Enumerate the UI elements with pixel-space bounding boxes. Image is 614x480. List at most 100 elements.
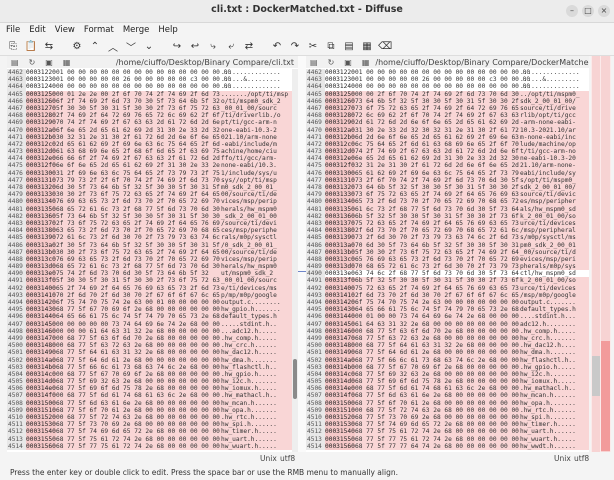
right-hex-row[interactable]: 4508 00031500 68 77 5f 6f 70 61 2e 68 00 0… — [306, 399, 589, 407]
merge-all-right-icon[interactable]: ⤷ — [206, 39, 220, 53]
clear-edits-icon[interactable]: ⌫ — [378, 39, 392, 53]
right-hex-row[interactable]: 4486 000313a0 70 6d 30 5f 73 64 6b 5f 32 5… — [306, 241, 589, 249]
right-hex-row[interactable]: 4506 000314e0 00 68 77 5f 6d 61 74 68 61 6… — [306, 385, 589, 393]
right-hex-row[interactable]: 4472 000312c0 6c 75 64 65 2f 6d 61 63 68 6… — [306, 140, 589, 149]
right-hex-row[interactable]: 4513 00031550 68 77 5f 77 75 61 72 74 2e 6… — [306, 435, 589, 443]
left-hex-row[interactable]: 4484 00031380 63 65 73 2f 6d 73 70 2f 70 6… — [7, 227, 298, 235]
save-icon[interactable]: ▣ — [344, 58, 352, 67]
left-hex-row[interactable]: 4507 000314f0 00 68 77 5f 6d 61 74 68 61 6… — [7, 392, 298, 400]
right-hex-row[interactable]: 4479 00031330 73 6f 75 72 63 65 2f 74 69 2… — [306, 191, 589, 199]
undo-icon[interactable]: ↶ — [270, 39, 284, 53]
left-hex-row[interactable]: 4462 00031220 01 00 00 00 00 00 00 00 00 0… — [7, 69, 298, 77]
left-hex-row[interactable]: 4514 00031560 68 77 5f 77 75 61 72 74 2e 6… — [7, 442, 298, 450]
right-hex-row[interactable]: 4500 00031480 00 68 77 5f 64 61 63 31 32 2… — [306, 342, 589, 350]
left-hex-row[interactable]: 4467 00031270 5f 30 30 5f 30 31 5f 30 30 2… — [7, 104, 298, 113]
next-change-icon[interactable]: ﹀ — [124, 39, 138, 54]
left-hex-row[interactable]: 4495 00031430 68 77 5f 67 70 69 6f 2e 68 0… — [7, 306, 298, 314]
left-hex-row[interactable]: 4511 00031530 68 77 5f 73 70 69 2e 68 00 0… — [7, 421, 298, 429]
right-hex-row[interactable]: 4467 00031270 73 6f 75 72 63 65 2f 74 69 2… — [306, 104, 589, 113]
left-hex-row[interactable]: 4465 00031250 00 01 2e 2e 00 2f 6f 70 74 2… — [7, 90, 298, 98]
left-hex-row[interactable]: 4503 000314b0 68 77 5f 66 6c 61 73 68 63 7… — [7, 363, 298, 371]
right-hex-row[interactable]: 4495 00031430 64 65 66 61 75 6c 74 5f 74 7… — [306, 306, 589, 314]
left-hex-row[interactable]: 4501 00031490 68 77 5f 64 61 63 31 32 2e 6… — [7, 349, 298, 357]
right-hex-row[interactable]: 4470 000312a0 31 30 2e 33 2d 32 30 32 31 2… — [306, 126, 589, 134]
right-hex-row[interactable]: 4503 000314b0 00 68 77 5f 67 70 69 6f 2e 6… — [306, 363, 589, 371]
menu-edit[interactable]: Edit — [29, 25, 45, 35]
maximize-icon[interactable]: □ — [582, 5, 594, 17]
left-hex-row[interactable]: 4469 00031290 70 74 2f 74 69 2f 67 63 63 2… — [7, 119, 298, 127]
right-hex-row[interactable]: 4483 00031370 75 72 63 65 2f 74 69 2f 64 6… — [306, 219, 589, 228]
left-hex-row[interactable]: 4472 000312c0 2d 65 61 62 69 2f 69 6e 63 6… — [7, 140, 298, 149]
left-hex-row[interactable]: 4470 000312a0 6f 6e 65 2d 65 61 62 69 2d 3… — [7, 126, 298, 134]
left-hex-row[interactable]: 4485 00031390 72 61 6c 73 2f 6d 30 70 2f 7… — [7, 234, 298, 242]
left-hex-row[interactable]: 4475 000312f0 6e 6f 6e 65 2d 65 61 62 69 2… — [7, 162, 298, 170]
left-hex-row[interactable]: 4478 00031320 6d 30 5f 73 64 6b 5f 32 5f 3… — [7, 184, 298, 192]
right-hex-row[interactable]: 4490 000313e0 63 74 6c 2f 68 77 5f 6d 73 7… — [306, 270, 589, 278]
left-hex-row[interactable]: 4494 00031420 6f 75 74 70 75 74 2e 63 00 0… — [7, 299, 298, 307]
left-hex-content[interactable]: 4462 00031220 01 00 00 00 00 00 00 00 00 0… — [7, 69, 298, 452]
right-hex-row[interactable]: 4491 000313f0 6b 5f 32 5f 30 30 5f 30 31 5… — [306, 277, 589, 285]
merge-right-icon[interactable]: ↪ — [170, 39, 184, 53]
right-hex-row[interactable]: 4484 00031380 2f 6d 73 70 2f 70 65 72 69 7… — [306, 227, 589, 235]
left-hex-row[interactable]: 4464 00031240 00 00 00 00 00 00 00 00 00 0… — [7, 83, 298, 91]
left-hex-row[interactable]: 4476 00031300 31 2f 69 6e 63 6c 75 64 65 2… — [7, 169, 298, 177]
left-hex-row[interactable]: 4498 00031460 00 00 00 61 64 63 31 32 2e 6… — [7, 327, 298, 335]
right-hex-row[interactable]: 4494 00031420 6f 75 74 70 75 74 2e 63 00 0… — [306, 299, 589, 307]
paste-icon[interactable]: 📋 — [24, 39, 38, 53]
paste-selection-icon[interactable]: ▤ — [342, 39, 356, 53]
right-hex-row[interactable]: 4488 000313c0 65 76 69 63 65 73 2f 6d 73 7… — [306, 255, 589, 264]
right-hex-row[interactable]: 4507 000314f0 68 77 5f 6d 63 61 6e 2e 68 0… — [306, 392, 589, 400]
cut-icon[interactable]: ✂ — [306, 39, 320, 53]
right-hex-row[interactable]: 4469 00031290 2d 61 72 6d 2d 6e 6f 6e 65 2… — [306, 119, 589, 127]
prev-change-icon[interactable]: ︿ — [106, 39, 120, 54]
right-hex-row[interactable]: 4499 00031470 68 77 5f 63 72 63 2e 68 00 0… — [306, 334, 589, 343]
right-hex-row[interactable]: 4492 00031400 75 72 63 65 2f 74 69 2f 64 6… — [306, 284, 589, 292]
merge-all-left-icon[interactable]: ⤶ — [224, 39, 238, 53]
right-hex-row[interactable]: 4477 00031310 73 2f 6f 70 74 2f 74 69 2f 6… — [306, 176, 589, 184]
right-hex-row[interactable]: 4465 00031250 00 00 2f 6f 70 74 2f 74 69 2… — [306, 90, 589, 98]
right-hex-row[interactable]: 4478 00031320 73 64 6b 5f 32 5f 30 30 5f 3… — [306, 184, 589, 192]
left-pane[interactable]: ▤ ↻ ▣ ▦ /home/ciuffo/Desktop/Binary Comp… — [7, 56, 298, 452]
left-hex-row[interactable]: 4483 00031370 2f 73 6f 75 72 63 65 2f 74 6… — [7, 219, 298, 228]
left-scrollbar-thumb[interactable] — [293, 359, 297, 399]
right-hex-row[interactable]: 4505 000314d0 68 77 5f 69 6f 6d 75 78 2e 6… — [306, 378, 589, 386]
right-hex-row[interactable]: 4480 00031340 65 73 2f 6d 73 70 2f 70 65 7… — [306, 198, 589, 206]
left-hex-row[interactable]: 4482 00031360 5f 73 64 6b 5f 32 5f 30 30 5… — [7, 212, 298, 220]
left-hex-row[interactable]: 4471 000312b0 30 32 31 2e 31 30 2f 61 72 6… — [7, 133, 298, 141]
left-hex-row[interactable]: 4497 00031450 00 00 00 00 00 73 74 64 69 6… — [7, 320, 298, 328]
right-hex-row[interactable]: 4462 00031220 01 00 00 00 00 00 00 00 00 0… — [306, 69, 589, 77]
right-hex-row[interactable]: 4471 000312b0 6d 2d 6e 6f 6e 65 2d 65 61 6… — [306, 133, 589, 141]
reload-icon[interactable]: ↻ — [29, 58, 36, 67]
left-hex-row[interactable]: 4486 000313a0 2f 30 5f 73 64 6b 5f 32 5f 3… — [7, 241, 298, 249]
right-hex-content[interactable]: 4462 00031220 01 00 00 00 00 00 00 00 00 0… — [306, 69, 589, 452]
right-hex-row[interactable]: 4482 00031360 6b 5f 32 5f 30 30 5f 30 31 5… — [306, 212, 589, 220]
left-hex-row[interactable]: 4506 000314e0 68 77 5f 69 6f 6d 75 78 2e 6… — [7, 385, 298, 393]
close-icon[interactable]: × — [598, 5, 610, 17]
right-hex-row[interactable]: 4511 00031530 68 77 5f 74 69 6d 65 72 2e 6… — [306, 421, 589, 429]
right-hex-row[interactable]: 4510 00031520 68 77 5f 73 70 69 2e 68 00 0… — [306, 414, 589, 422]
right-hex-row[interactable]: 4493 00031410 2f 6d 73 70 2f 6d 30 70 2f 6… — [306, 291, 589, 299]
left-hex-row[interactable]: 4500 00031480 00 68 77 5f 63 72 63 2e 68 0… — [7, 342, 298, 350]
copy-selection-icon[interactable]: ⧉ — [324, 39, 338, 53]
left-hex-row[interactable]: 4512 00031540 68 77 5f 74 69 6d 65 72 2e 6… — [7, 428, 298, 436]
right-pane[interactable]: ▤ ↻ ▣ ▦ /home/ciuffo/Desktop/Binary Comp… — [306, 56, 589, 452]
first-change-icon[interactable]: ⌃ — [88, 39, 102, 53]
left-hex-row[interactable]: 4473 000312d0 61 63 68 69 6e 65 2f 68 6f 6… — [7, 148, 298, 156]
right-hex-row[interactable]: 4473 000312d0 74 2f 74 69 2f 67 63 63 2d 6… — [306, 148, 589, 156]
diff-overview[interactable] — [591, 56, 611, 452]
left-hex-row[interactable]: 4479 00031330 30 30 2f 73 6f 75 72 63 65 2… — [7, 191, 298, 199]
right-hex-row[interactable]: 4468 00031280 72 6c 69 62 2f 6f 70 74 2f 7… — [306, 112, 589, 120]
right-hex-row[interactable]: 4476 00031300 65 61 62 69 2f 69 6e 63 6c 7… — [306, 169, 589, 177]
menu-merge[interactable]: Merge — [123, 25, 150, 35]
save-as-icon[interactable]: ▦ — [362, 58, 370, 67]
menu-view[interactable]: View — [55, 25, 75, 35]
right-hex-row[interactable]: 4502 000314a0 68 77 5f 66 6c 61 73 68 63 7… — [306, 356, 589, 364]
left-hex-row[interactable]: 4504 000314c0 00 68 77 5f 67 70 69 6f 2e 6… — [7, 370, 298, 379]
left-hex-row[interactable]: 4463 00031230 01 00 00 00 00 00 26 00 00 0… — [7, 76, 298, 84]
right-hex-row[interactable]: 4466 00031260 73 64 6b 5f 32 5f 30 30 5f 3… — [306, 97, 589, 105]
select-all-icon[interactable]: ▦ — [360, 39, 374, 53]
right-hex-row[interactable]: 4464 00031240 00 00 00 00 00 00 00 00 00 0… — [306, 83, 589, 91]
realign-icon[interactable]: ⇆ — [42, 39, 56, 53]
left-hex-row[interactable]: 4466 00031260 6f 2f 74 69 2f 6d 73 70 30 5… — [7, 97, 298, 105]
right-hex-row[interactable]: 4509 00031510 00 68 77 5f 72 74 63 2e 68 0… — [306, 406, 589, 414]
